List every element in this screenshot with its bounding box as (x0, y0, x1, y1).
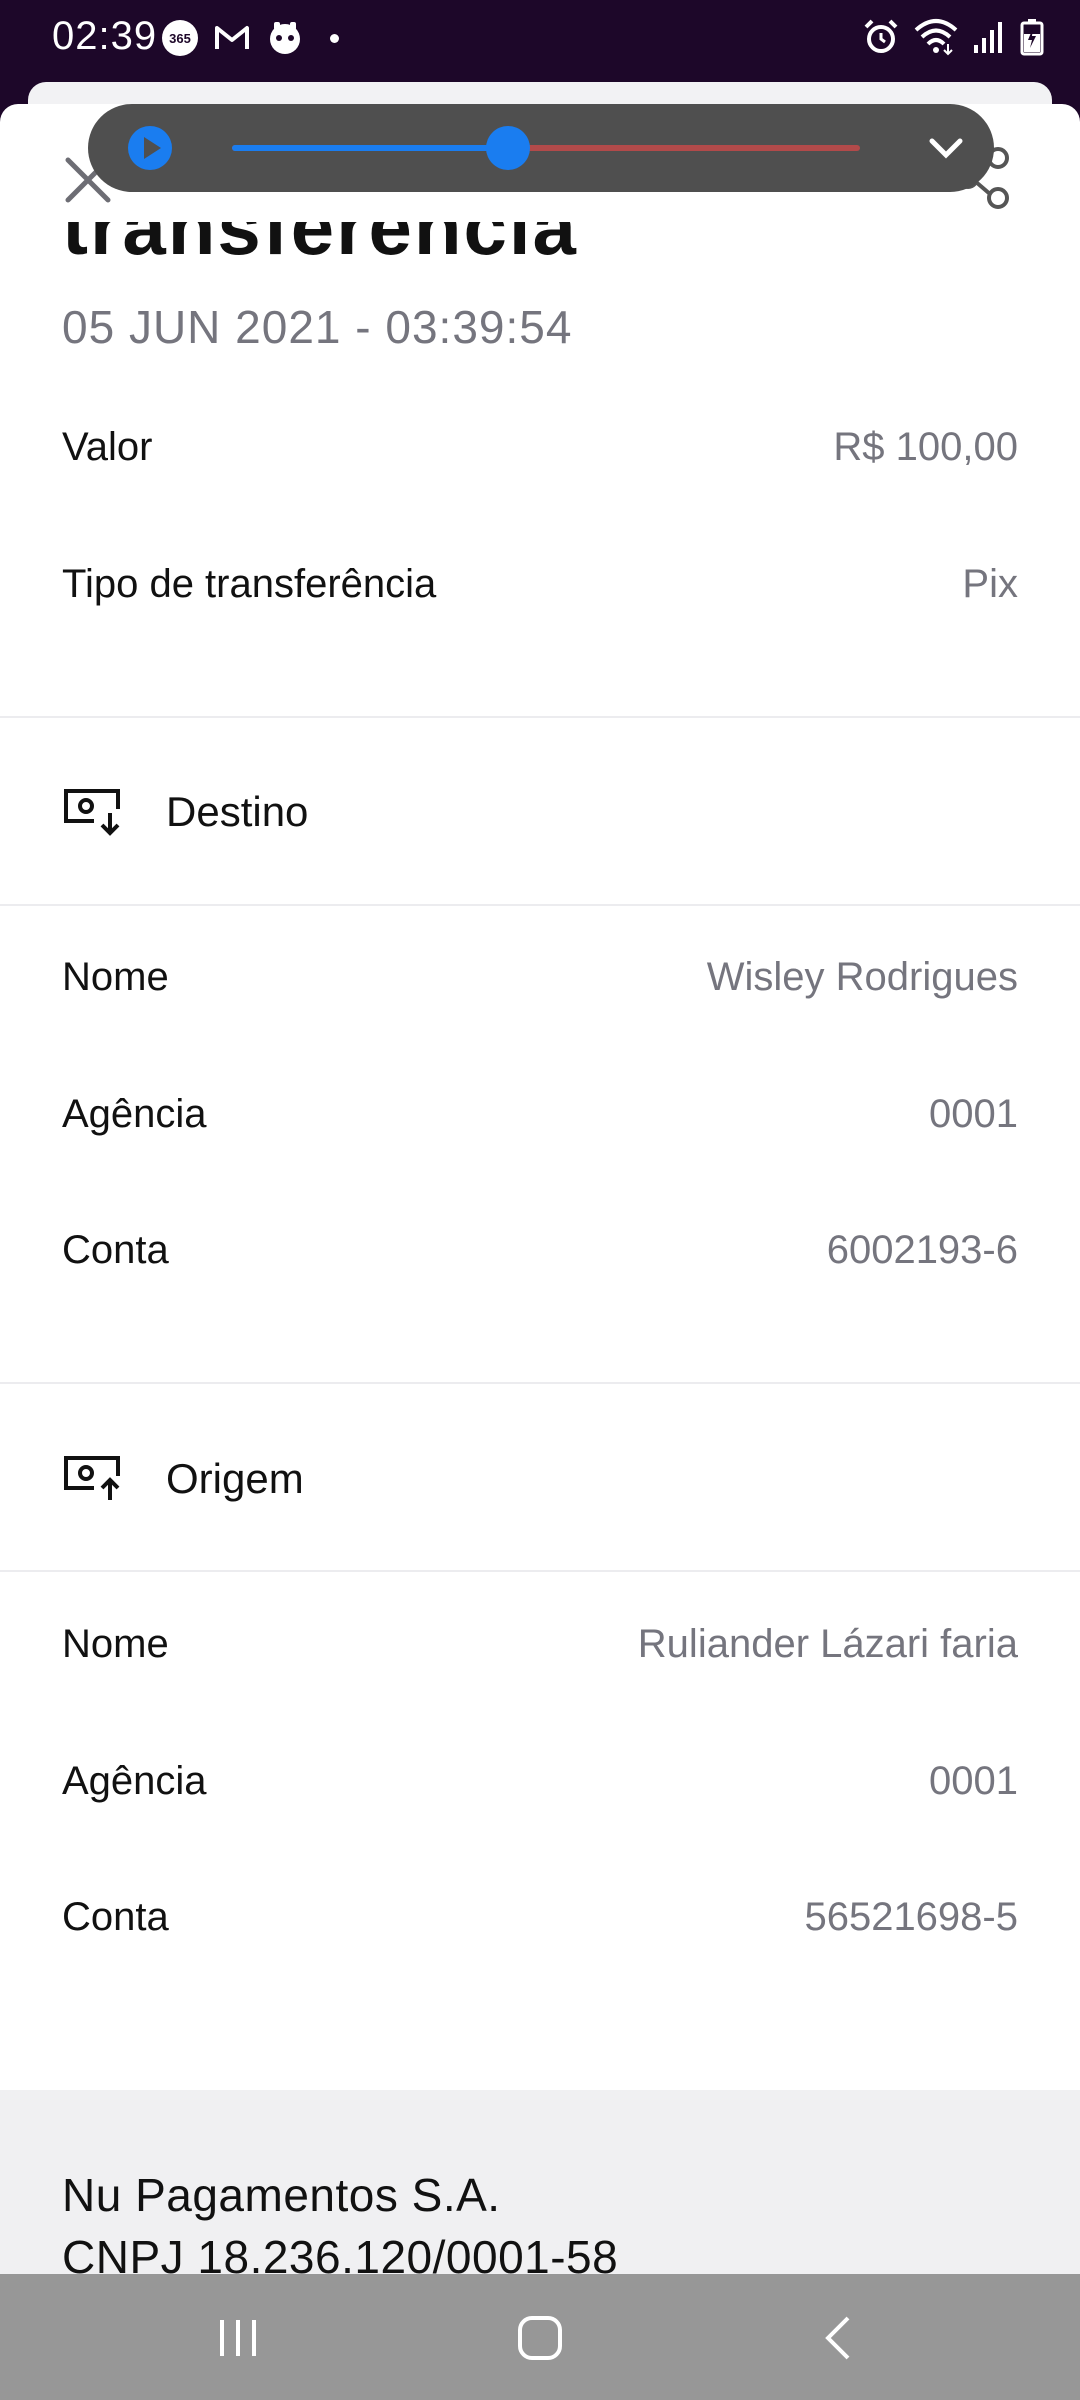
origem-section-header: Origem (62, 1444, 662, 1514)
system-nav-bar (0, 2274, 1080, 2400)
seek-progress (232, 145, 509, 151)
company-cnpj: CNPJ 18.236.120/0001-58 (62, 2231, 619, 2274)
destino-section-header: Destino (62, 777, 662, 847)
divider (0, 1382, 1080, 1384)
destino-account-row: Conta 6002193-6 (62, 1220, 1018, 1280)
gmail-icon (215, 26, 249, 49)
destino-name-value: Wisley Rodrigues (706, 954, 1018, 999)
home-icon[interactable] (510, 2310, 570, 2366)
origem-heading: Origem (166, 1455, 304, 1502)
destino-agency-label: Agência (62, 1091, 207, 1136)
status-time: 02:39 (52, 14, 158, 58)
signal-icon (974, 22, 1002, 53)
back-icon[interactable] (810, 2310, 870, 2366)
origem-name-value: Ruliander Lázari faria (637, 1621, 1018, 1666)
transfer-type-value: Pix (962, 561, 1018, 606)
recent-apps-icon[interactable] (208, 2310, 268, 2366)
divider (0, 716, 1080, 718)
divider (0, 1570, 1080, 1572)
origem-agency-label: Agência (62, 1758, 207, 1803)
receive-money-icon (64, 789, 120, 836)
divider (0, 904, 1080, 906)
status-bar: 02:39 365 (0, 0, 1080, 80)
destino-name-label: Nome (62, 954, 169, 999)
battery-icon (1020, 19, 1044, 56)
origem-name-row: Nome Ruliander Lázari faria (62, 1614, 1018, 1674)
origem-account-value: 56521698-5 (804, 1894, 1018, 1939)
origem-agency-row: Agência 0001 (62, 1751, 1018, 1811)
assistant-icon (270, 22, 300, 54)
destino-agency-value: 0001 (929, 1091, 1018, 1136)
wifi-icon (914, 19, 958, 56)
value-row: Valor R$ 100,00 (62, 417, 1018, 477)
destino-account-value: 6002193-6 (826, 1227, 1018, 1272)
chevron-down-icon[interactable] (924, 126, 968, 170)
origem-agency-value: 0001 (929, 1758, 1018, 1803)
origem-account-row: Conta 56521698-5 (62, 1887, 1018, 1947)
company-name: Nu Pagamentos S.A. (62, 2169, 501, 2221)
destino-name-row: Nome Wisley Rodrigues (62, 947, 1018, 1007)
media-player-bar[interactable] (88, 104, 994, 192)
office-365-icon: 365 (162, 20, 198, 56)
company-info-box: Nu Pagamentos S.A. CNPJ 18.236.120/0001-… (0, 2090, 1080, 2274)
destino-agency-row: Agência 0001 (62, 1084, 1018, 1144)
transfer-type-label: Tipo de transferência (62, 561, 437, 606)
play-icon[interactable] (128, 126, 172, 170)
page-title: transferência (62, 222, 578, 271)
transfer-type-row: Tipo de transferência Pix (62, 554, 1018, 614)
seek-track[interactable] (232, 126, 860, 170)
destino-account-label: Conta (62, 1227, 169, 1272)
transfer-date: 05 JUN 2021 - 03:39:54 (62, 301, 573, 353)
seek-handle[interactable] (486, 126, 531, 170)
alarm-icon (864, 19, 898, 53)
origem-account-label: Conta (62, 1894, 169, 1939)
value-label: Valor (62, 424, 153, 469)
status-right-icons (862, 18, 1044, 56)
status-left-icons: 365 (162, 20, 339, 56)
origem-name-label: Nome (62, 1621, 169, 1666)
send-money-icon (64, 1456, 120, 1500)
transfer-receipt-sheet: transferência 05 JUN 2021 - 03:39:54 Val… (0, 104, 1080, 2274)
notification-dot (330, 33, 339, 43)
value-amount: R$ 100,00 (833, 424, 1018, 469)
destino-heading: Destino (166, 788, 309, 835)
